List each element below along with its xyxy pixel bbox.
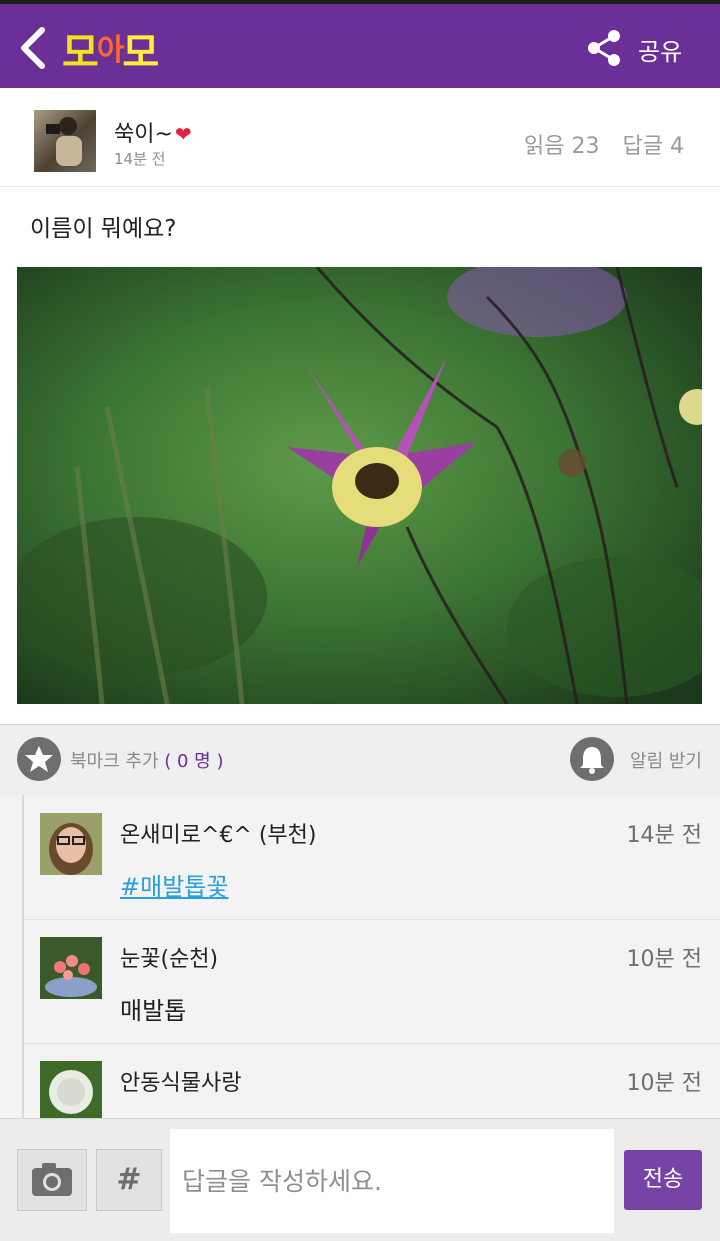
author-avatar[interactable] — [34, 110, 96, 172]
comment-list: 온새미로^€^ (부천) 14분 전 #매발톱꽃 눈꽃(순천) 10분 전 매발… — [0, 795, 720, 1118]
hashtag-link[interactable]: #매발톱꽃 — [120, 873, 228, 901]
author-photo — [46, 117, 82, 166]
avatar-photo — [40, 813, 102, 875]
post-stats: 읽음 23 답글 4 — [508, 128, 684, 160]
commenter-avatar[interactable] — [40, 937, 102, 999]
star-icon — [25, 746, 53, 772]
post-header: 쑥이~ ❤ 14분 전 읽음 23 답글 4 — [0, 88, 720, 187]
reply-bar: # 전송 — [0, 1118, 720, 1241]
back-chevron-icon[interactable] — [14, 24, 54, 72]
author-name-text: 쑥이~ — [114, 122, 173, 147]
send-button[interactable]: 전송 — [624, 1150, 702, 1210]
share-icon[interactable] — [584, 28, 624, 68]
camera-button[interactable] — [17, 1149, 87, 1211]
bookmark-label[interactable]: 북마크 추가 ( 0 명 ) — [70, 747, 224, 773]
comment-body: #매발톱꽃 — [120, 867, 228, 902]
alarm-button[interactable] — [570, 737, 614, 781]
commenter-name[interactable]: 눈꽃(순천) — [120, 941, 218, 973]
comment-item[interactable]: 눈꽃(순천) 10분 전 매발톱 — [24, 919, 720, 1044]
bookmark-count: ( 0 명 ) — [164, 751, 224, 772]
camera-icon — [32, 1163, 72, 1196]
alarm-label[interactable]: 알림 받기 — [630, 747, 702, 773]
bookmark-button[interactable] — [17, 737, 61, 781]
avatar-photo — [40, 1061, 102, 1118]
share-button[interactable]: 공유 — [638, 32, 682, 67]
post-photo[interactable] — [17, 267, 702, 704]
comment-time: 14분 전 — [626, 823, 702, 848]
comment-time: 10분 전 — [626, 1071, 702, 1096]
hashtag-button[interactable]: # — [96, 1149, 162, 1211]
commenter-avatar[interactable] — [40, 1061, 102, 1118]
bell-icon — [580, 747, 604, 774]
author-name[interactable]: 쑥이~ ❤ — [114, 116, 192, 148]
flower-photo — [17, 267, 702, 704]
app-bar: 모아모 공유 — [0, 0, 720, 88]
bookmark-label-text: 북마크 추가 — [70, 751, 159, 772]
post-time: 14분 전 — [114, 150, 166, 168]
commenter-name[interactable]: 온새미로^€^ (부천) — [120, 817, 316, 849]
post-body: 이름이 뭐예요? — [0, 187, 720, 724]
heart-icon: ❤ — [174, 122, 192, 146]
reply-count: 답글 4 — [622, 134, 684, 159]
reply-input[interactable] — [170, 1129, 614, 1233]
comment-item[interactable]: 안동식물사랑 10분 전 — [24, 1043, 720, 1118]
action-bar: 북마크 추가 ( 0 명 ) 알림 받기 — [0, 724, 720, 796]
comment-body: 매발톱 — [120, 997, 187, 1025]
commenter-avatar[interactable] — [40, 813, 102, 875]
read-count: 읽음 23 — [524, 134, 600, 159]
comment-time: 10분 전 — [626, 947, 702, 972]
commenter-name[interactable]: 안동식물사랑 — [120, 1065, 241, 1097]
post-text: 이름이 뭐예요? — [30, 216, 177, 242]
comment-item[interactable]: 온새미로^€^ (부천) 14분 전 #매발톱꽃 — [24, 795, 720, 920]
app-logo[interactable]: 모아모 — [62, 20, 159, 78]
avatar-photo — [40, 937, 102, 999]
